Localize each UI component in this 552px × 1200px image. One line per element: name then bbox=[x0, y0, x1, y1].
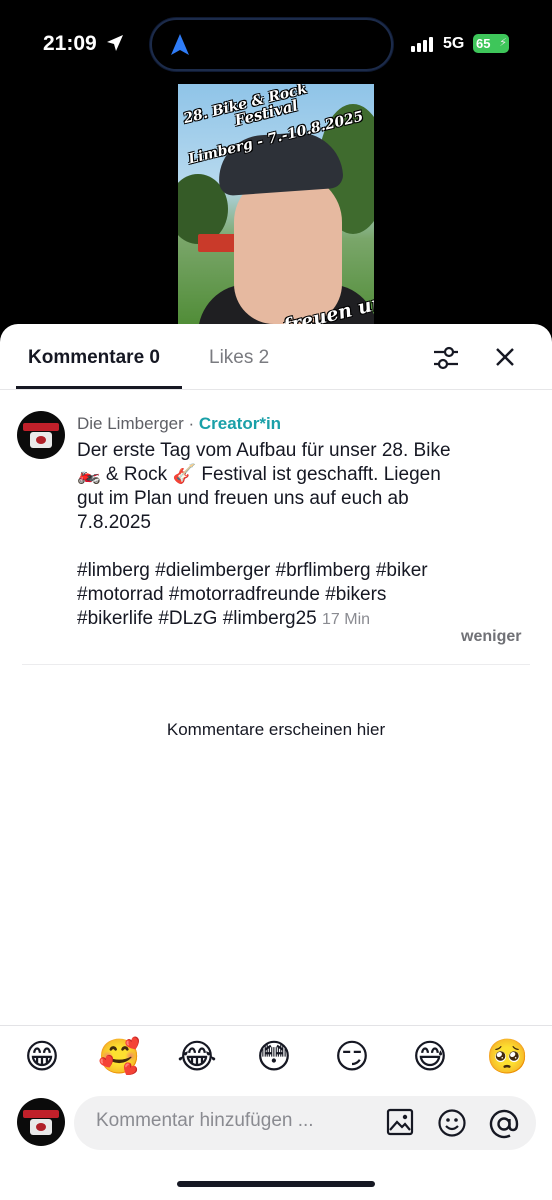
author-name[interactable]: Die Limberger bbox=[77, 414, 184, 433]
comment-header: Die Limberger · Creator*in bbox=[77, 414, 281, 434]
caption-line: 7.8.2025 bbox=[77, 512, 151, 533]
hashtag-line[interactable]: #limberg #dielimberger #brflimberg #bike… bbox=[77, 559, 517, 583]
hashtag-line[interactable]: #motorrad #motorradfreunde #bikers bbox=[77, 583, 517, 607]
video-thumbnail[interactable]: 28. Bike & Rock Festival Limberg - 7.-10… bbox=[178, 84, 374, 334]
emoji-smirk[interactable]: 😏 bbox=[331, 1036, 373, 1078]
emoji-hearts[interactable]: 🥰 bbox=[98, 1036, 140, 1078]
show-less-button[interactable]: weniger bbox=[461, 628, 521, 646]
navigation-icon bbox=[171, 34, 189, 55]
tab-comments[interactable]: Kommentare 0 bbox=[28, 347, 160, 369]
tab-underline bbox=[16, 386, 182, 389]
emoji-grin[interactable]: 😁 bbox=[21, 1036, 63, 1078]
caption-line: gut im Plan und freuen uns auf euch ab bbox=[77, 488, 409, 509]
close-icon[interactable] bbox=[494, 346, 516, 368]
image-icon[interactable] bbox=[386, 1108, 414, 1136]
caption-line: 🏍️ & Rock 🎸 Festival ist geschafft. Lieg… bbox=[77, 464, 441, 485]
post-caption: Der erste Tag vom Aufbau für unser 28. B… bbox=[77, 439, 517, 632]
header-separator: · bbox=[183, 414, 199, 433]
emoji-sweat-smile[interactable]: 😅 bbox=[409, 1036, 451, 1078]
status-time: 21:09 bbox=[43, 32, 97, 55]
network-label: 5G bbox=[443, 35, 465, 52]
author-avatar[interactable] bbox=[17, 411, 65, 459]
emoji-pleading[interactable]: 🥺 bbox=[486, 1036, 528, 1078]
location-arrow-icon bbox=[107, 35, 123, 51]
mention-icon[interactable] bbox=[488, 1108, 520, 1140]
emoji-icon[interactable] bbox=[437, 1108, 467, 1138]
hashtag-line[interactable]: #bikerlife #DLzG #limberg25 bbox=[77, 608, 317, 629]
tab-likes[interactable]: Likes 2 bbox=[209, 347, 269, 369]
sheet-tabs: Kommentare 0 Likes 2 bbox=[0, 324, 552, 390]
divider bbox=[22, 664, 530, 665]
empty-state-text: Kommentare erscheinen hier bbox=[166, 720, 386, 739]
comments-sheet: Kommentare 0 Likes 2 Die Limberger · Cre… bbox=[0, 324, 552, 1200]
user-avatar[interactable] bbox=[17, 1098, 65, 1146]
signal-icon bbox=[411, 37, 433, 52]
battery-level: 65 bbox=[476, 36, 491, 51]
comment-input[interactable] bbox=[96, 1110, 356, 1132]
emoji-joy[interactable]: 😂 bbox=[176, 1036, 218, 1078]
dynamic-island[interactable] bbox=[150, 18, 393, 71]
battery-icon: 65 ⚡ bbox=[473, 34, 509, 53]
caption-line: Der erste Tag vom Aufbau für unser 28. B… bbox=[77, 440, 451, 461]
status-bar: 21:09 5G 65 ⚡ bbox=[0, 0, 552, 90]
post-time: 17 Min bbox=[322, 611, 371, 628]
person-head bbox=[234, 174, 342, 324]
emoji-flushed[interactable]: 😳 bbox=[253, 1036, 295, 1078]
creator-badge: Creator*in bbox=[198, 414, 282, 433]
divider bbox=[0, 1025, 552, 1026]
filter-icon[interactable] bbox=[432, 345, 460, 371]
home-indicator bbox=[177, 1181, 375, 1187]
comment-input-box[interactable] bbox=[74, 1096, 536, 1150]
